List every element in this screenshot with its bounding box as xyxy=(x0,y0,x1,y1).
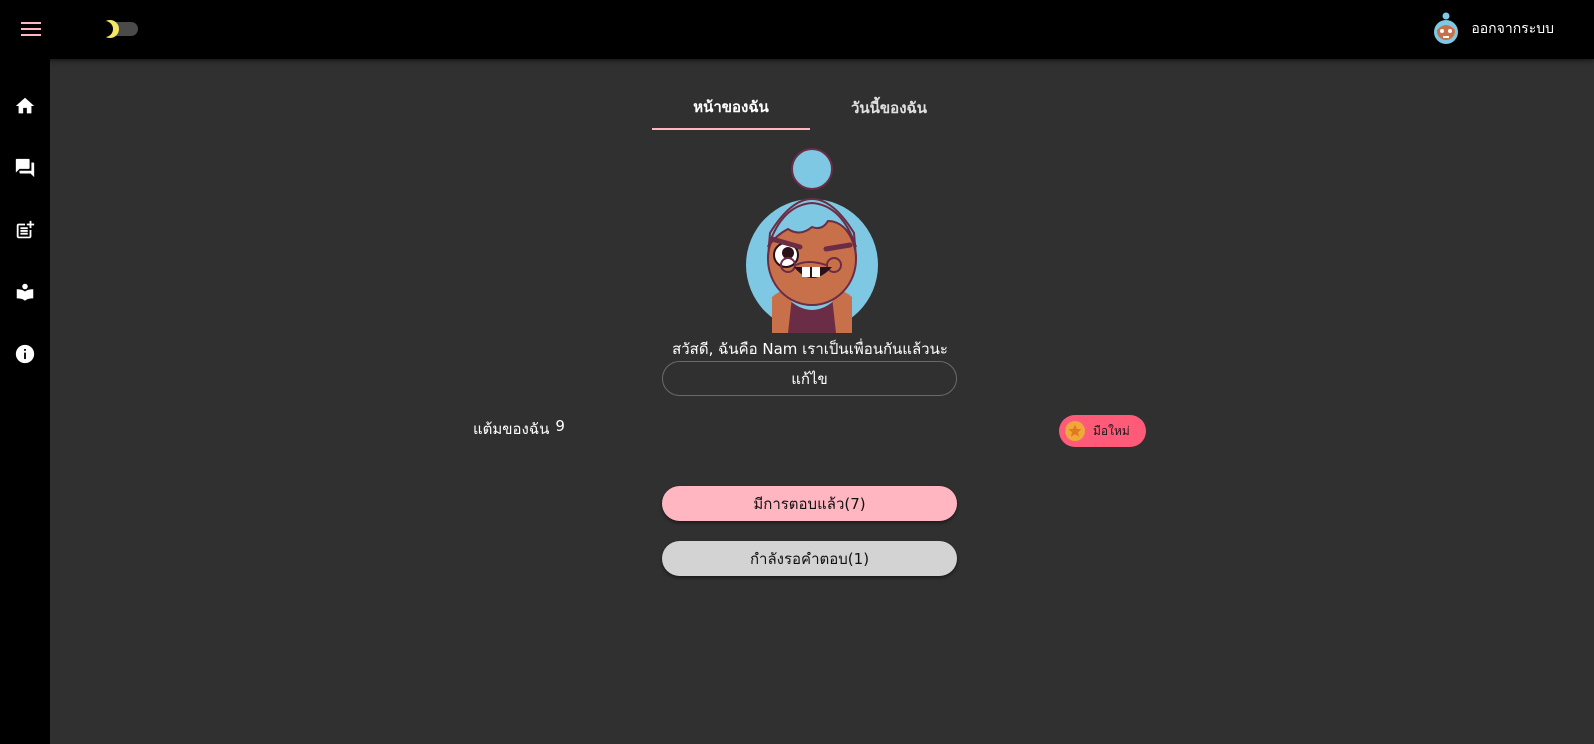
logout-button[interactable]: ออกจากระบบ xyxy=(1433,10,1554,48)
waiting-count: 1 xyxy=(848,550,869,568)
logout-label: ออกจากระบบ xyxy=(1471,21,1554,37)
top-app-bar: ออกจากระบบ xyxy=(0,0,1594,59)
reading-icon xyxy=(16,283,34,301)
info-icon xyxy=(15,344,35,364)
tab-my-page[interactable]: หน้าของฉัน xyxy=(652,85,810,130)
points-row: แต้มของฉัน 9 xyxy=(473,417,565,441)
edit-button[interactable]: แก้ไข xyxy=(662,361,957,396)
moon-icon xyxy=(100,20,119,38)
nav-forum[interactable] xyxy=(11,154,39,182)
nav-new-post[interactable] xyxy=(11,216,39,244)
nav-reading[interactable] xyxy=(11,278,39,306)
points-value: 9 xyxy=(555,417,565,435)
waiting-label: กำลังรอคำตอบ xyxy=(749,549,848,568)
home-icon xyxy=(15,97,35,114)
side-navigation xyxy=(0,59,50,744)
nav-info[interactable] xyxy=(11,340,39,368)
answered-count: 7 xyxy=(844,495,865,513)
profile-avatar xyxy=(746,148,878,333)
forum-icon xyxy=(15,158,35,178)
rank-label: มือใหม่ xyxy=(1093,423,1130,438)
rank-badge: มือใหม่ xyxy=(1059,415,1146,447)
points-label: แต้มของฉัน xyxy=(473,420,550,438)
nav-home[interactable] xyxy=(11,92,39,120)
answered-questions-button[interactable]: มีการตอบแล้ว 7 xyxy=(662,486,957,521)
user-avatar-icon xyxy=(1434,12,1459,44)
main-content: หน้าของฉัน วันนี้ของฉัน สวัสดี, ฉันคือ N… xyxy=(50,59,1594,744)
answered-label: มีการตอบแล้ว xyxy=(753,494,845,513)
tab-my-day[interactable]: วันนี้ของฉัน xyxy=(810,85,968,130)
theme-toggle[interactable] xyxy=(100,18,140,40)
star-icon xyxy=(1065,421,1085,441)
waiting-questions-button[interactable]: กำลังรอคำตอบ 1 xyxy=(662,541,957,576)
post-add-icon xyxy=(16,220,35,239)
greeting-text: สวัสดี, ฉันคือ Nam เราเป็นเพื่อนกันแล้วน… xyxy=(672,340,948,358)
hamburger-menu-icon xyxy=(21,22,41,36)
menu-button[interactable] xyxy=(16,14,46,44)
profile-tabs: หน้าของฉัน วันนี้ของฉัน xyxy=(652,85,968,130)
